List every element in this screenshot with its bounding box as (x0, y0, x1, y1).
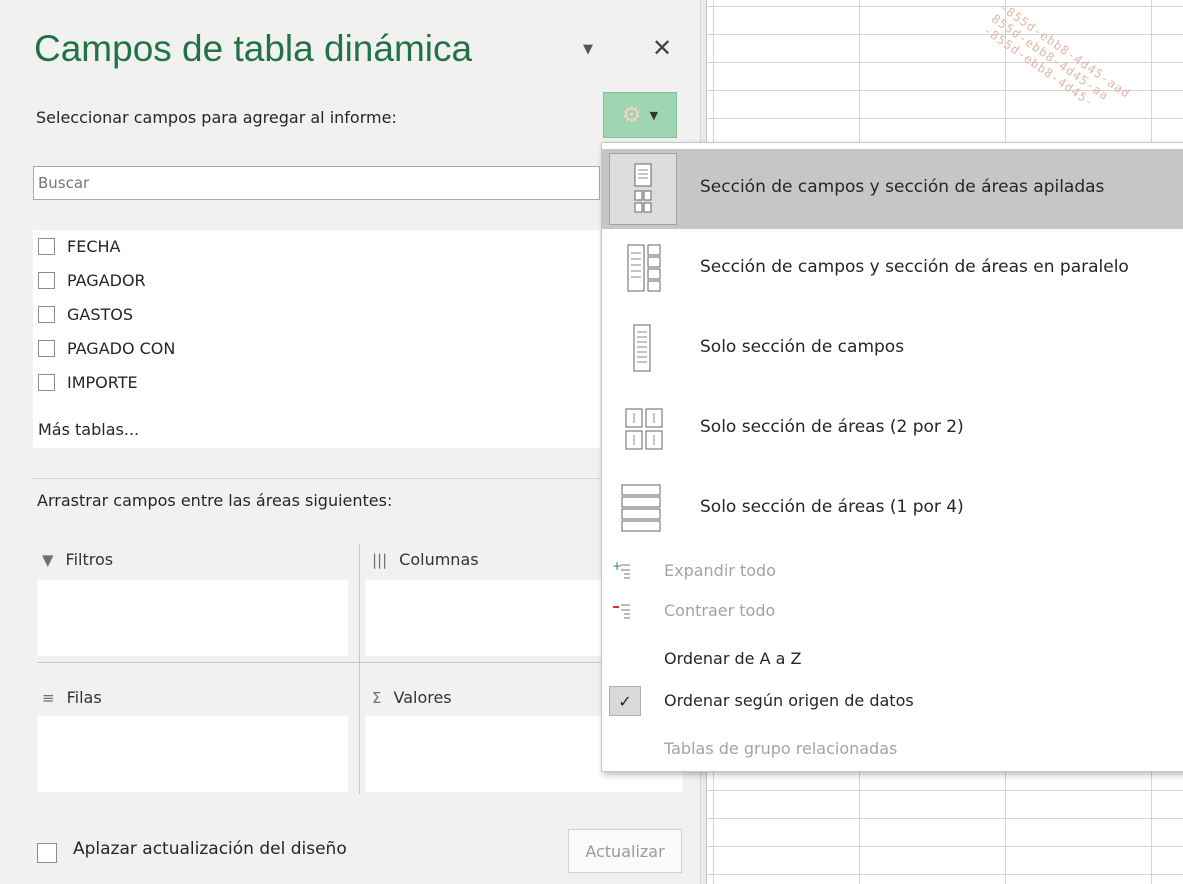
collapse-all-icon (612, 601, 632, 621)
menu-item-label: Expandir todo (664, 561, 776, 580)
rows-drop-area[interactable] (37, 716, 348, 792)
drag-fields-label: Arrastrar campos entre las áreas siguien… (37, 491, 393, 510)
expand-all-icon: + (612, 559, 632, 581)
gear-icon: ⚙ (621, 102, 642, 128)
field-checkbox[interactable] (38, 271, 55, 289)
menu-item-collapse-all[interactable]: Contraer todo (602, 591, 1183, 631)
menu-item-related-group-tables[interactable]: Tablas de grupo relacionadas (602, 729, 1183, 769)
field-item-importe[interactable]: IMPORTE (38, 367, 138, 397)
area-title-filters: ▼ Filtros (42, 550, 113, 569)
fields-only-layout-icon (633, 324, 651, 372)
layout-option-label: Solo sección de campos (700, 337, 905, 357)
section-divider (33, 478, 600, 479)
stacked-layout-icon (634, 163, 652, 213)
field-item-pagador[interactable]: PAGADOR (38, 265, 146, 295)
layout-option-areas-2x2[interactable]: Solo sección de áreas (2 por 2) (602, 389, 1183, 469)
layout-option-side-by-side[interactable]: Sección de campos y sección de áreas en … (602, 229, 1183, 309)
areas-2x2-layout-icon (625, 408, 663, 450)
area-title-columns: ||| Columnas (372, 550, 479, 569)
defer-update-label: Aplazar actualización del diseño (73, 839, 347, 859)
layout-option-label: Solo sección de áreas (2 por 2) (700, 417, 964, 437)
pivot-fields-pane: Campos de tabla dinámica ▼ ✕ Seleccionar… (0, 0, 701, 884)
field-checkbox[interactable] (38, 339, 55, 357)
field-label: PAGADO CON (67, 338, 176, 358)
field-label: PAGADOR (67, 270, 146, 290)
areas-1x4-layout-icon (621, 484, 661, 532)
area-label: Filas (66, 688, 102, 707)
update-button[interactable]: Actualizar (568, 829, 682, 873)
defer-update-checkbox[interactable] (37, 843, 57, 863)
menu-item-sort-a-z[interactable]: Ordenar de A a Z (602, 639, 1183, 679)
sigma-icon: Σ (372, 688, 382, 707)
field-list: FECHA PAGADOR GASTOS PAGADO CON IMPORTE … (33, 230, 600, 448)
filters-drop-area[interactable] (37, 580, 348, 656)
pane-options-dropdown-icon[interactable]: ▼ (583, 42, 593, 57)
field-checkbox[interactable] (38, 237, 55, 255)
field-item-fecha[interactable]: FECHA (38, 231, 120, 261)
layout-option-label: Sección de campos y sección de áreas en … (700, 257, 1129, 277)
layout-option-stacked[interactable]: Sección de campos y sección de áreas api… (602, 149, 1183, 229)
area-label: Filtros (65, 550, 114, 569)
area-splitter-horizontal (37, 662, 683, 663)
check-icon: ✓ (609, 686, 641, 716)
menu-item-expand-all[interactable]: + Expandir todo (602, 551, 1183, 591)
area-splitter-vertical (359, 544, 360, 794)
area-title-values: Σ Valores (372, 688, 452, 707)
field-label: FECHA (67, 236, 121, 256)
search-input[interactable] (33, 166, 600, 200)
layout-option-fields-only[interactable]: Solo sección de campos (602, 309, 1183, 389)
tools-button[interactable]: ⚙ ▼ (603, 92, 677, 138)
layout-option-areas-1x4[interactable]: Solo sección de áreas (1 por 4) (602, 469, 1183, 549)
field-label: IMPORTE (67, 372, 138, 392)
columns-icon: ||| (372, 550, 388, 569)
field-label: GASTOS (67, 304, 134, 324)
layout-option-label: Sección de campos y sección de áreas api… (700, 177, 1105, 197)
field-item-gastos[interactable]: GASTOS (38, 299, 133, 329)
select-fields-label: Seleccionar campos para agregar al infor… (36, 108, 397, 127)
filter-icon: ▼ (42, 550, 54, 569)
svg-text:+: + (612, 561, 622, 573)
pane-title: Campos de tabla dinámica (34, 28, 473, 69)
menu-item-label: Tablas de grupo relacionadas (664, 739, 898, 758)
field-item-pagado-con[interactable]: PAGADO CON (38, 333, 175, 363)
tools-dropdown-menu: Sección de campos y sección de áreas api… (601, 142, 1183, 772)
rows-icon: ≡ (42, 688, 55, 707)
menu-item-sort-data-source[interactable]: ✓ Ordenar según origen de datos (602, 681, 1183, 721)
layout-option-label: Solo sección de áreas (1 por 4) (700, 497, 964, 517)
area-label: Columnas (399, 550, 479, 569)
field-checkbox[interactable] (38, 373, 55, 391)
field-checkbox[interactable] (38, 305, 55, 323)
more-tables-link[interactable]: Más tablas... (38, 420, 139, 439)
area-title-rows: ≡ Filas (42, 688, 102, 707)
menu-item-label: Ordenar según origen de datos (664, 691, 914, 710)
menu-item-label: Contraer todo (664, 601, 776, 620)
menu-item-label: Ordenar de A a Z (664, 649, 802, 668)
side-by-side-layout-icon (627, 244, 661, 292)
close-icon[interactable]: ✕ (652, 36, 672, 60)
area-label: Valores (393, 688, 452, 707)
chevron-down-icon: ▼ (649, 108, 659, 122)
